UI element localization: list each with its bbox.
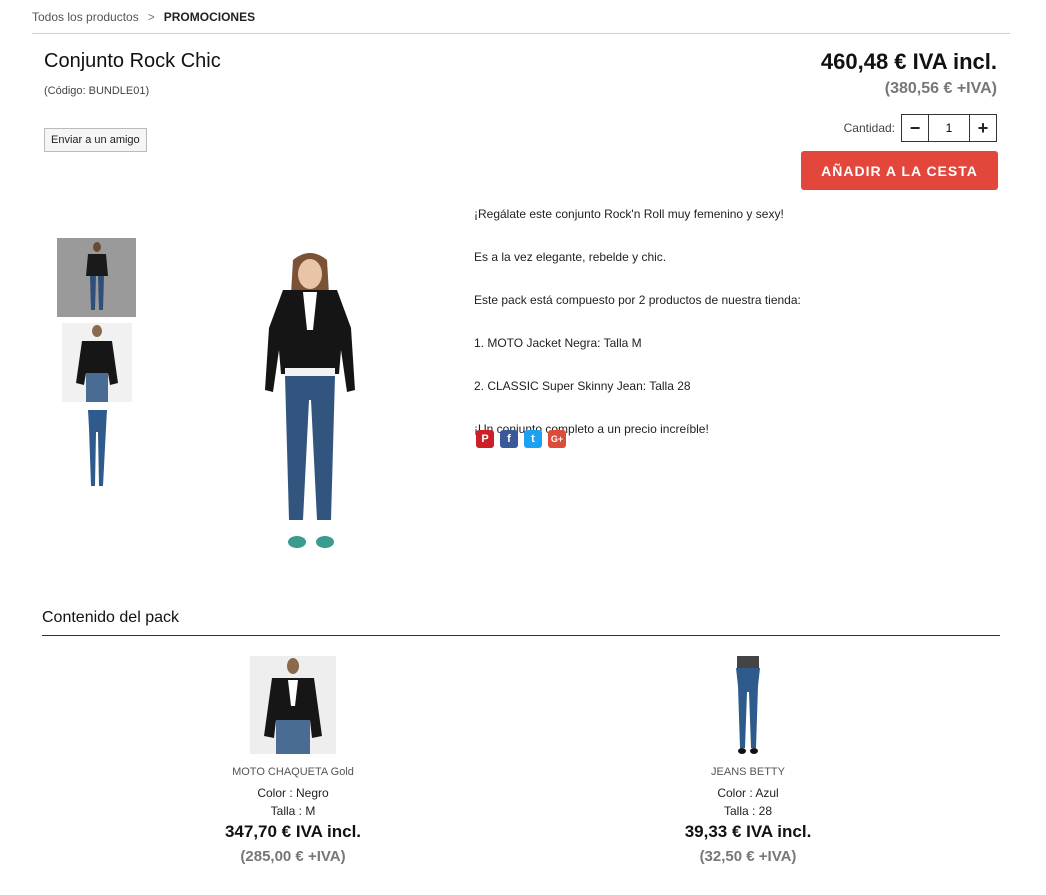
divider [42,635,1000,636]
description-line: ¡Regálate este conjunto Rock'n Roll muy … [474,207,784,221]
pack-item-size: Talla : M [270,804,316,818]
product-description: ¡Regálate este conjunto Rock'n Roll muy … [474,206,994,464]
google-plus-icon[interactable]: G+ [548,430,566,448]
quantity-input[interactable] [928,115,970,141]
price-excl-vat: (380,56 € +IVA) [884,80,997,97]
pack-item-name[interactable]: JEANS BETTY [618,766,878,778]
pack-item-color: Color : Negro [257,786,329,800]
jacket-photo-icon [76,325,118,402]
quantity-decrement-button[interactable]: − [902,115,928,141]
product-thumbnail-2[interactable] [62,323,132,402]
send-to-friend-button[interactable]: Enviar a un amigo [44,128,147,152]
price-incl-vat: 460,48 € IVA incl. [820,49,997,74]
product-thumbnail-1[interactable] [57,238,136,317]
product-title: Conjunto Rock Chic [44,50,221,72]
breadcrumb-separator: > [147,10,155,24]
divider [32,33,1010,34]
pack-item-price-excl: (285,00 € +IVA) [240,848,346,865]
product-code: (Código: BUNDLE01) [44,85,150,97]
pack-item-color: Color : Azul [717,786,779,800]
breadcrumb-link-all-products[interactable]: Todos los productos [32,10,139,24]
product-thumbnail-3[interactable] [80,408,115,490]
quantity-control: Cantidad: − + [844,114,997,142]
jeans-photo-icon [88,410,107,486]
quantity-stepper: − + [901,114,997,142]
pack-item: JEANS BETTY Color : Azul Talla : 28 39,3… [618,656,878,865]
quantity-increment-button[interactable]: + [970,115,996,141]
pack-item-price-incl: 39,33 € IVA incl. [684,822,812,841]
description-line: Es a la vez elegante, rebelde y chic. [474,250,667,264]
pack-item-size: Talla : 28 [723,804,773,818]
jeans-product-image[interactable] [725,656,771,754]
pinterest-icon[interactable]: P [476,430,494,448]
description-line: 1. MOTO Jacket Negra: Talla M [474,336,642,350]
pack-section-title: Contenido del pack [42,609,179,626]
breadcrumb-current: PROMOCIONES [163,10,256,24]
breadcrumb: Todos los productos > PROMOCIONES [32,10,255,24]
twitter-icon[interactable]: t [524,430,542,448]
pack-item-price-incl: 347,70 € IVA incl. [224,822,362,841]
jacket-product-image[interactable] [250,656,336,754]
pack-item-price-excl: (32,50 € +IVA) [699,848,797,865]
quantity-label: Cantidad: [843,121,895,135]
main-product-image[interactable] [255,250,365,555]
pack-item: MOTO CHAQUETA Gold Color : Negro Talla :… [163,656,423,865]
social-share-bar: P f t G+ [476,430,566,448]
model-photo-icon [86,242,108,310]
pack-item-name[interactable]: MOTO CHAQUETA Gold [163,766,423,778]
add-to-cart-button[interactable]: AÑADIR A LA CESTA [801,151,998,190]
model-full-body-icon [265,253,355,548]
description-line: Este pack está compuesto por 2 productos… [474,293,801,307]
facebook-icon[interactable]: f [500,430,518,448]
description-line: 2. CLASSIC Super Skinny Jean: Talla 28 [474,379,691,393]
